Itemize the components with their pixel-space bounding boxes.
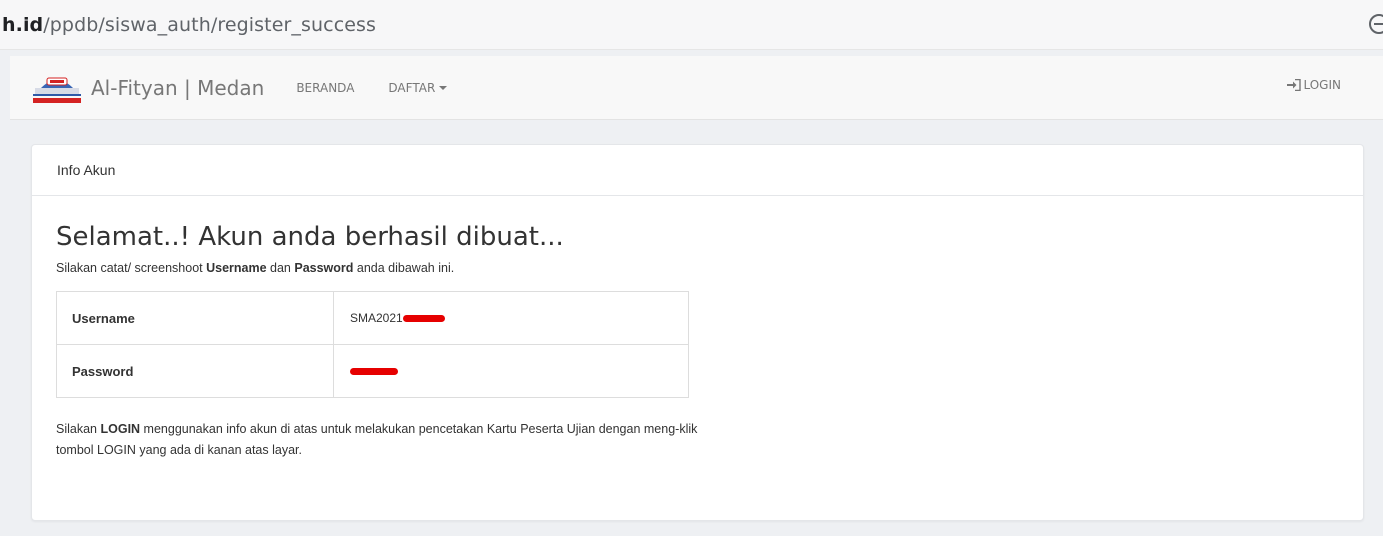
zoom-icon[interactable] (1369, 14, 1383, 34)
password-label: Password (56, 344, 334, 398)
browser-address-bar[interactable]: h.id/ppdb/siswa_auth/register_success (0, 0, 1383, 50)
nav-daftar-dropdown[interactable]: DAFTAR (388, 80, 448, 95)
username-label: Username (56, 291, 334, 345)
table-row: Username SMA2021 (56, 291, 689, 345)
login-instruction-text: Silakan LOGIN menggunakan info akun di a… (56, 419, 706, 461)
instruction-mid: dan (266, 261, 295, 275)
footer-post: menggunakan info akun di atas untuk mela… (56, 422, 698, 457)
login-label: LOGIN (1303, 78, 1341, 92)
instruction-text: Silakan catat/ screenshoot Username dan … (56, 261, 1363, 275)
credentials-table: Username SMA2021 Password (56, 291, 689, 398)
login-link[interactable]: LOGIN (1287, 78, 1341, 92)
url-text[interactable]: h.id/ppdb/siswa_auth/register_success (0, 14, 376, 36)
caret-down-icon (439, 86, 448, 90)
instruction-pre: Silakan catat/ screenshoot (56, 261, 207, 275)
footer-pre: Silakan (56, 422, 101, 436)
table-row: Password (56, 344, 689, 398)
success-title: Selamat..! Akun anda berhasil dibuat... (56, 222, 564, 252)
username-value-cell[interactable]: SMA2021 (333, 291, 689, 345)
password-value-cell[interactable] (333, 344, 689, 398)
redaction-mark (350, 368, 398, 376)
url-path: /ppdb/siswa_auth/register_success (43, 13, 377, 36)
nav-beranda[interactable]: BERANDA (296, 81, 354, 95)
sign-in-icon (1287, 79, 1302, 91)
school-logo-icon[interactable] (33, 72, 81, 104)
nav-daftar-label: DAFTAR (388, 80, 436, 95)
instruction-post: anda dibawah ini. (353, 261, 455, 275)
navbar: Al-Fityan | Medan BERANDA DAFTAR LOGIN (10, 56, 1383, 120)
instruction-username: Username (206, 261, 267, 275)
panel-body: Selamat..! Akun anda berhasil dibuat... … (32, 196, 1363, 461)
account-info-panel: Info Akun Selamat..! Akun anda berhasil … (31, 144, 1364, 521)
brand-name[interactable]: Al-Fityan | Medan (91, 76, 264, 100)
url-host: h.id (2, 13, 44, 36)
footer-login-bold: LOGIN (100, 422, 141, 436)
instruction-password: Password (294, 261, 354, 275)
redaction-mark (402, 315, 445, 323)
username-value[interactable]: SMA2021 (350, 311, 403, 325)
panel-heading: Info Akun (32, 145, 1363, 196)
